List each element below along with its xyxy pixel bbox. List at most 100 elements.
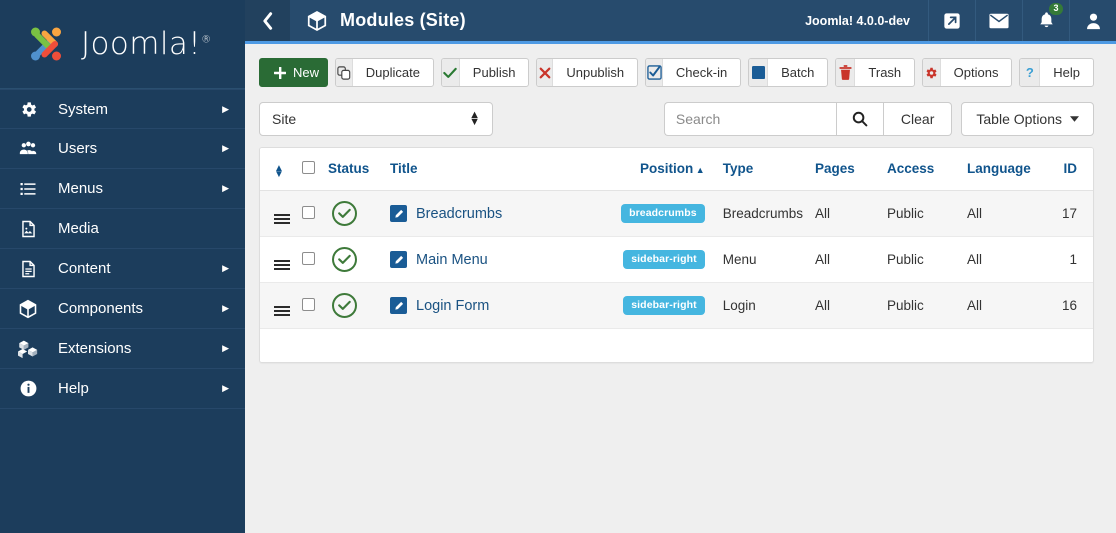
chevron-right-icon: ▶: [222, 263, 229, 273]
row-checkbox[interactable]: [302, 297, 315, 311]
sidebar-item-users[interactable]: Users ▶: [0, 129, 245, 169]
notifications-button[interactable]: 3: [1022, 0, 1069, 41]
column-pages[interactable]: Pages: [809, 148, 881, 191]
module-title-link[interactable]: Main Menu: [416, 252, 488, 268]
table-body: Breadcrumbs breadcrumbs Breadcrumbs All …: [260, 190, 1093, 329]
drag-handle-icon[interactable]: [274, 259, 290, 270]
version-label: Joomla! 4.0.0-dev: [805, 13, 910, 28]
joomla-admin-app: Joomla!® System ▶ Users ▶ Menus ▶ Media …: [0, 0, 1116, 533]
trash-button[interactable]: Trash: [835, 58, 916, 87]
chevron-left-icon: [260, 11, 275, 31]
column-select-all[interactable]: [296, 148, 322, 191]
check-in-button-label: Check-in: [675, 65, 728, 80]
trash-icon: [836, 59, 856, 86]
messages-button[interactable]: [975, 0, 1022, 41]
row-position-cell: sidebar-right: [610, 236, 717, 283]
column-title[interactable]: Title: [384, 148, 611, 191]
sidebar-item-media[interactable]: Media: [0, 209, 245, 249]
client-select[interactable]: Site ▲ ▼: [259, 102, 493, 136]
sidebar-item-label: Users: [58, 140, 98, 157]
sidebar-item-label: Help: [58, 380, 89, 397]
publish-button[interactable]: Publish: [441, 58, 530, 87]
drag-handle-icon[interactable]: [274, 305, 290, 316]
unpublish-button-label: Unpublish: [566, 65, 625, 80]
envelope-icon: [989, 13, 1009, 29]
batch-button[interactable]: Batch: [748, 58, 829, 87]
sidebar-item-system[interactable]: System ▶: [0, 89, 245, 129]
brand-name: Joomla!®: [81, 26, 212, 62]
new-button-label: New: [293, 65, 320, 80]
question-icon: ?: [1020, 59, 1041, 86]
chevron-right-icon: ▶: [222, 343, 229, 353]
row-pages-cell: All: [809, 236, 881, 283]
registered-mark: ®: [201, 34, 212, 46]
column-position[interactable]: Position ▲: [610, 148, 717, 191]
main-area: Modules (Site) Joomla! 4.0.0-dev 3 New D…: [245, 0, 1116, 533]
clear-button[interactable]: Clear: [883, 102, 953, 136]
chevron-right-icon: ▶: [222, 383, 229, 393]
table-options-button[interactable]: Table Options: [961, 102, 1094, 136]
check-in-button[interactable]: Check-in: [645, 58, 742, 87]
user-menu-button[interactable]: [1069, 0, 1116, 41]
sidebar-nav: System ▶ Users ▶ Menus ▶ Media Content ▶…: [0, 89, 245, 409]
sidebar-item-components[interactable]: Components ▶: [0, 289, 245, 329]
row-type-cell: Login: [716, 282, 809, 329]
options-button[interactable]: Options: [922, 58, 1013, 87]
column-status[interactable]: Status: [322, 148, 384, 191]
row-checkbox[interactable]: [302, 205, 315, 219]
duplicate-button[interactable]: Duplicate: [335, 58, 434, 87]
search-button[interactable]: [835, 102, 884, 136]
preview-site-button[interactable]: [928, 0, 975, 41]
check-circle-icon[interactable]: [332, 201, 357, 226]
edit-icon[interactable]: [390, 297, 407, 314]
row-checkbox[interactable]: [302, 251, 315, 265]
drag-handle-icon[interactable]: [274, 213, 290, 224]
table-header-row: ▲ ▼ Status Title Position ▲ Type Pages A…: [260, 148, 1093, 191]
publish-button-label: Publish: [472, 65, 516, 80]
column-ordering[interactable]: ▲ ▼: [260, 148, 296, 191]
table-row: Main Menu sidebar-right Menu All Public …: [260, 236, 1093, 283]
row-checkbox-cell: [296, 282, 322, 329]
back-button[interactable]: [245, 0, 290, 41]
search-input[interactable]: [663, 102, 836, 136]
column-position-label: Position: [640, 161, 694, 176]
client-select-value: Site: [272, 111, 297, 127]
row-title-cell: Main Menu: [384, 236, 611, 283]
module-title-link[interactable]: Breadcrumbs: [416, 206, 502, 222]
column-access[interactable]: Access: [881, 148, 961, 191]
list-icon: [14, 180, 42, 198]
edit-icon[interactable]: [390, 205, 407, 222]
cross-icon: [537, 59, 554, 86]
brand-logo-area[interactable]: Joomla!®: [0, 0, 245, 89]
sidebar-item-help[interactable]: Help ▶: [0, 369, 245, 409]
row-type-cell: Breadcrumbs: [716, 190, 809, 237]
sidebar-item-label: System: [58, 100, 109, 118]
edit-icon[interactable]: [390, 251, 407, 268]
row-position-cell: sidebar-right: [610, 282, 717, 329]
check-circle-icon[interactable]: [332, 293, 357, 318]
gear-icon: [923, 59, 941, 86]
column-language[interactable]: Language: [961, 148, 1053, 191]
select-all-checkbox[interactable]: [302, 160, 315, 174]
row-id-cell: 1: [1053, 236, 1093, 283]
search-group: Clear: [663, 102, 953, 136]
options-button-label: Options: [953, 65, 999, 80]
module-title-link[interactable]: Login Form: [416, 298, 489, 314]
sidebar-item-extensions[interactable]: Extensions ▶: [0, 329, 245, 369]
unpublish-button[interactable]: Unpublish: [536, 58, 639, 87]
boxes-icon: [14, 339, 42, 359]
row-checkbox-cell: [296, 236, 322, 283]
row-title-cell: Breadcrumbs: [384, 190, 611, 237]
table-head: ▲ ▼ Status Title Position ▲ Type Pages A…: [260, 148, 1093, 191]
chevron-right-icon: ▶: [222, 103, 229, 114]
help-button[interactable]: ? Help: [1019, 58, 1094, 87]
chevron-right-icon: ▶: [222, 183, 229, 193]
column-type[interactable]: Type: [716, 148, 809, 191]
column-id[interactable]: ID: [1053, 148, 1093, 191]
sidebar-item-menus[interactable]: Menus ▶: [0, 169, 245, 209]
sidebar-item-content[interactable]: Content ▶: [0, 249, 245, 289]
sort-updown-icon[interactable]: ▲ ▼: [274, 164, 284, 180]
check-circle-icon[interactable]: [332, 247, 357, 272]
new-button[interactable]: New: [259, 58, 329, 87]
position-badge: sidebar-right: [623, 296, 705, 315]
